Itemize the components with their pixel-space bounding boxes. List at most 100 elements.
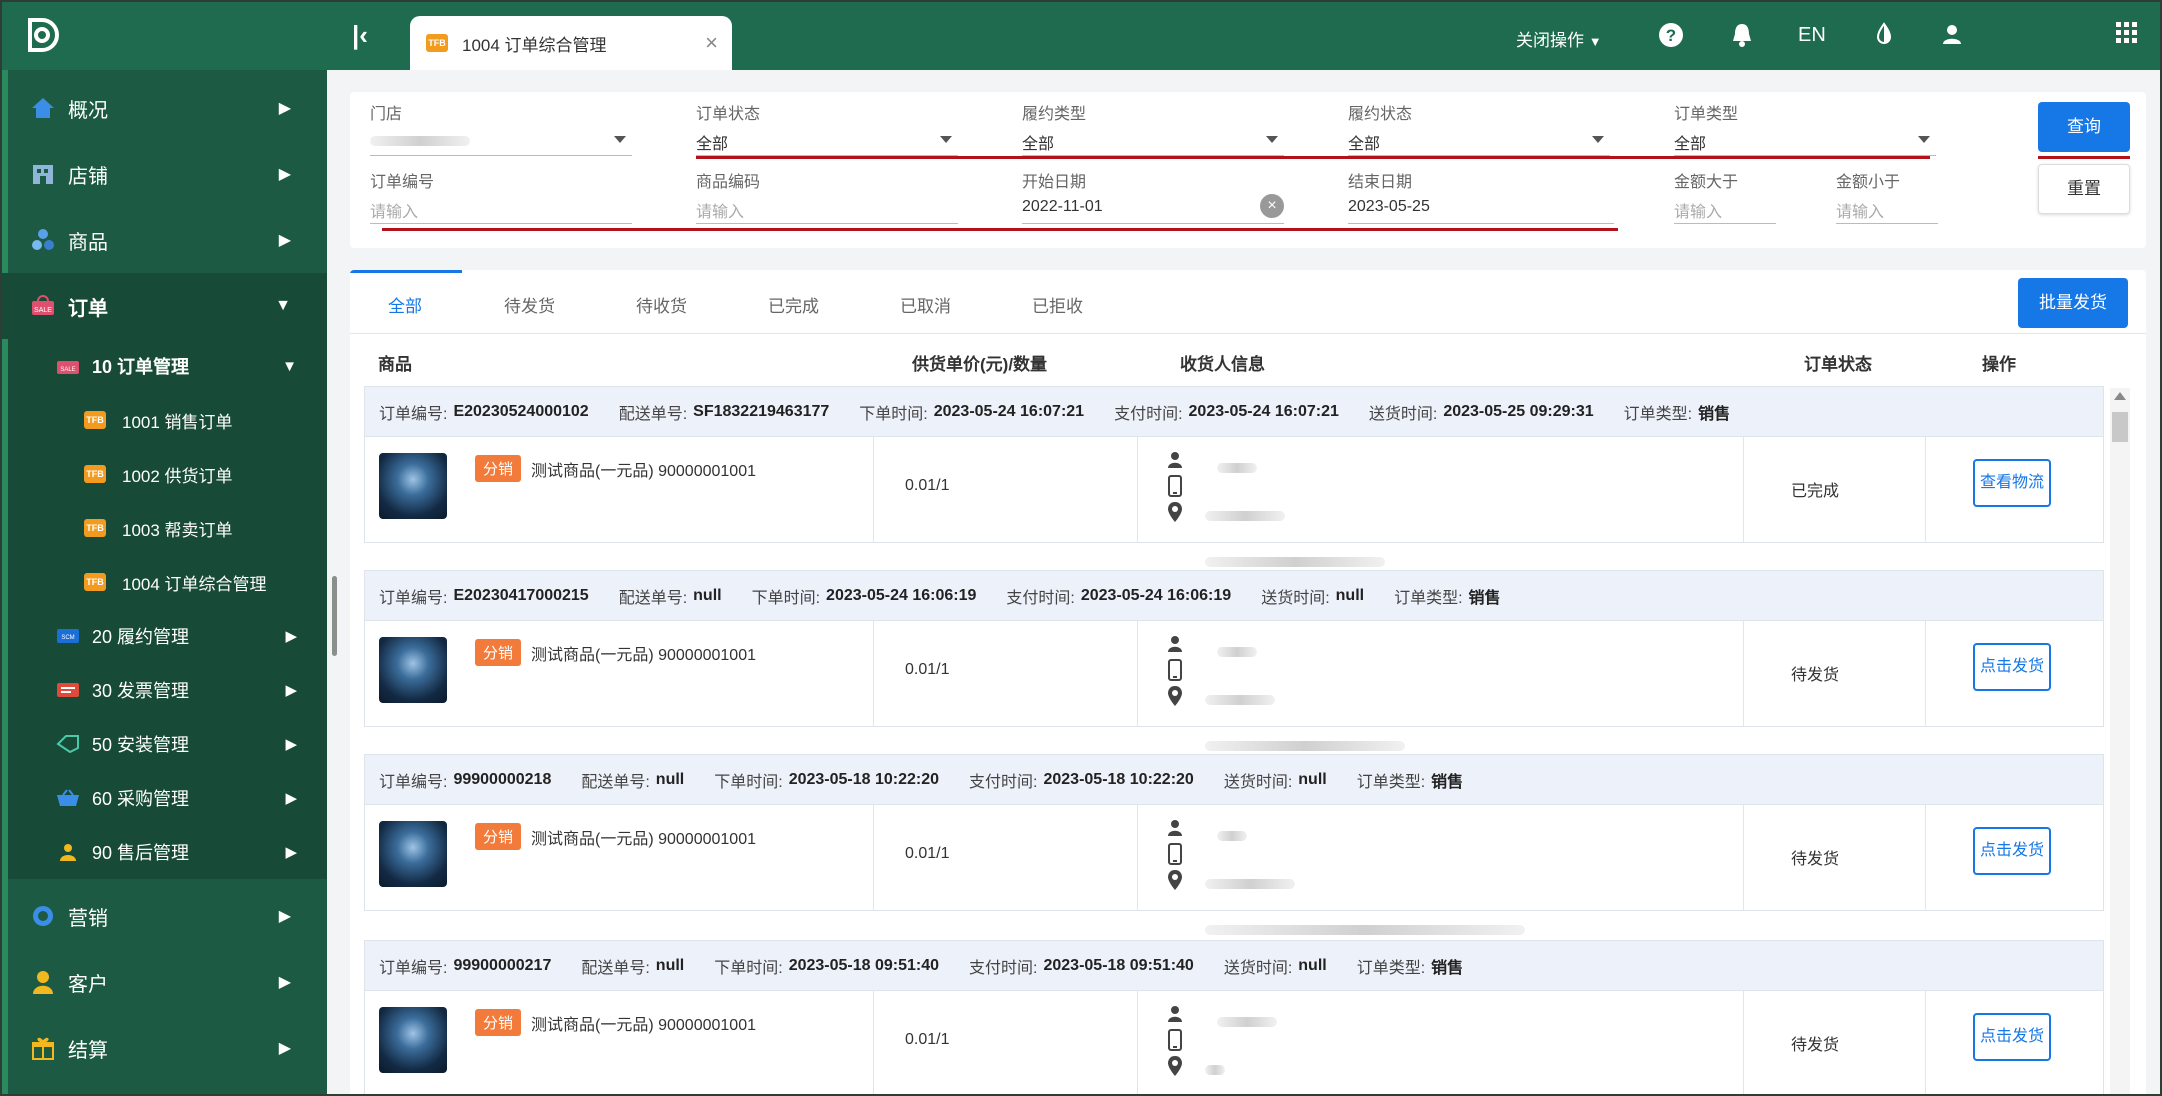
fulfill-type-label: 履约类型 (1022, 106, 1087, 123)
sidebar-subsub-label: 1003 帮卖订单 (122, 520, 233, 540)
help-icon[interactable]: ? (1658, 22, 1684, 48)
amount-lt-input[interactable]: 请输入 (1836, 196, 1938, 224)
status-tabs: 全部 待发货 待收货 已完成 已取消 已拒收 批量发货 (350, 270, 2146, 334)
tab-order-management[interactable]: TFB 1004 订单综合管理 × (410, 16, 732, 70)
receiver-blurred-text (1205, 511, 1285, 521)
start-date-field[interactable]: 开始日期 2022-11-01 × (1022, 168, 1284, 224)
sidebar-sub-invoice[interactable]: 30 发票管理 ▶ (8, 663, 327, 717)
start-date-input[interactable]: 2022-11-01 × (1022, 194, 1284, 224)
amount-lt-field[interactable]: 金额小于 请输入 (1836, 168, 1938, 224)
order-status-select[interactable]: 订单状态 全部 (696, 100, 958, 156)
order-no-value: 99900000217 (453, 956, 552, 974)
divider (1743, 437, 1744, 543)
pay-time-value: 2023-05-24 16:07:21 (1188, 402, 1339, 420)
product-thumbnail[interactable] (379, 637, 447, 703)
tab-pending-receive[interactable]: 待收货 (636, 292, 687, 317)
receiver-blurred-text (1205, 925, 1525, 935)
sidebar-subsub-1004[interactable]: TFB 1004 订单综合管理 (8, 555, 327, 609)
sidebar-sub-fulfillment[interactable]: SCM 20 履约管理 ▶ (8, 609, 327, 663)
tab-pending-ship[interactable]: 待发货 (504, 292, 555, 317)
sidebar-sub-purchase[interactable]: 60 采购管理 ▶ (8, 771, 327, 825)
order-type-value: 销售 (1698, 405, 1731, 423)
sidebar-item-goods[interactable]: 商品 ▶ (2, 207, 327, 273)
tab-rejected[interactable]: 已拒收 (1032, 292, 1083, 317)
sidebar-subsub-1002[interactable]: TFB 1002 供货订单 (8, 447, 327, 501)
divider (1743, 805, 1744, 911)
order-type-select[interactable]: 订单类型 全部 (1674, 100, 1936, 156)
sidebar-sub-install[interactable]: 50 安装管理 ▶ (8, 717, 327, 771)
pay-time-key: 支付时间: (1006, 589, 1075, 607)
fulfill-status-label: 履约状态 (1348, 106, 1413, 123)
order-header: 订单编号: 99900000218 配送单号: null 下单时间: 2023-05-… (365, 755, 2103, 805)
store-icon (33, 165, 53, 184)
sidebar-sub-aftersale[interactable]: 90 售后管理 ▶ (8, 825, 327, 879)
fulfill-type-select[interactable]: 履约类型 全部 (1022, 100, 1284, 156)
sidebar-item-overview[interactable]: 概况 ▶ (2, 75, 327, 141)
user-icon[interactable] (1940, 22, 1964, 46)
scroll-up-icon[interactable] (2114, 392, 2126, 400)
reset-button[interactable]: 重置 (2038, 164, 2130, 214)
distribution-badge: 分销 (475, 455, 522, 482)
language-switch[interactable]: EN (1798, 24, 1826, 47)
close-operations-dropdown[interactable]: 关闭操作 ▼ (1516, 26, 1602, 51)
list-scrollbar[interactable] (2110, 388, 2130, 1094)
fulfill-status-select[interactable]: 履约状态 全部 (1348, 100, 1610, 156)
fulfill-type-text: 全部 (1022, 136, 1055, 153)
order-action-button[interactable]: 点击发货 (1973, 643, 2051, 691)
sidebar-item-customer[interactable]: 客户 ▶ (2, 949, 327, 1015)
end-date-input[interactable]: 2023-05-25 (1348, 196, 1614, 224)
order-card: 订单编号: E20230524000102 配送单号: SF183221946317… (364, 386, 2104, 567)
pay-time-key: 支付时间: (969, 959, 1038, 977)
tab-completed[interactable]: 已完成 (768, 292, 819, 317)
bell-icon[interactable] (1730, 22, 1754, 48)
theme-contrast-icon[interactable] (1872, 22, 1896, 46)
sidebar-subsub-1003[interactable]: TFB 1003 帮卖订单 (8, 501, 327, 555)
goods-code-field[interactable]: 商品编码 请输入 (696, 168, 958, 224)
apps-grid-icon[interactable] (2116, 22, 2138, 44)
order-time-key: 下单时间: (859, 405, 928, 423)
pay-time-value: 2023-05-18 10:22:20 (1043, 770, 1194, 788)
order-no-input[interactable]: 请输入 (370, 196, 632, 224)
collapse-sidebar-icon[interactable]: |‹ (352, 20, 368, 51)
delivery-no-value: SF1832219463177 (693, 402, 830, 420)
pay-time-key: 支付时间: (1114, 405, 1183, 423)
divider (1925, 621, 1926, 727)
product-thumbnail[interactable] (379, 453, 447, 519)
order-action-button[interactable]: 点击发货 (1973, 1013, 2051, 1061)
scrollbar-thumb[interactable] (2112, 412, 2128, 442)
sidebar-sub-label: 50 安装管理 (92, 735, 190, 755)
clear-icon[interactable]: × (1260, 194, 1284, 218)
divider (1743, 621, 1744, 727)
product-thumbnail[interactable] (379, 821, 447, 887)
receiver-blurred-text (1217, 647, 1257, 657)
chevron-right-icon: ▶ (278, 1040, 291, 1057)
sidebar-item-store[interactable]: 店铺 ▶ (2, 141, 327, 207)
goods-code-input[interactable]: 请输入 (696, 196, 958, 224)
caret-down-icon (1918, 136, 1930, 143)
sidebar-subsub-1001[interactable]: TFB 1001 销售订单 (8, 393, 327, 447)
amount-gt-input[interactable]: 请输入 (1674, 196, 1776, 224)
tab-cancelled[interactable]: 已取消 (900, 292, 951, 317)
sidebar-item-orders[interactable]: SALE 订单 ▼ (2, 273, 327, 339)
store-select[interactable]: 门店 (370, 100, 632, 156)
query-button[interactable]: 查询 (2038, 102, 2130, 152)
order-no-field[interactable]: 订单编号 请输入 (370, 168, 632, 224)
fulfill-status-text: 全部 (1348, 136, 1381, 153)
sidebar-scrollbar[interactable] (332, 576, 337, 656)
batch-ship-button[interactable]: 批量发货 (2018, 278, 2128, 328)
order-action-button[interactable]: 点击发货 (1973, 827, 2051, 875)
product-thumbnail[interactable] (379, 1007, 447, 1073)
sidebar-item-marketing[interactable]: 营销 ▶ (2, 883, 327, 949)
sidebar-item-settlement[interactable]: 结算 ▶ (2, 1015, 327, 1081)
divider (1925, 437, 1926, 543)
order-no-key: 订单编号: (379, 589, 448, 607)
sidebar-sub-order-management[interactable]: SALE 10 订单管理 ▼ (8, 339, 327, 393)
order-action-button[interactable]: 查看物流 (1973, 459, 2051, 507)
close-icon[interactable]: × (705, 30, 718, 56)
orders-panel: 全部 待发货 待收货 已完成 已取消 已拒收 批量发货 商品 供货单价(元)/数… (350, 270, 2146, 1094)
amount-gt-field[interactable]: 金额大于 请输入 (1674, 168, 1776, 224)
order-no-key: 订单编号: (379, 959, 448, 977)
distribution-badge: 分销 (475, 1009, 522, 1036)
tab-all[interactable]: 全部 (388, 292, 422, 317)
end-date-field[interactable]: 结束日期 2023-05-25 (1348, 168, 1614, 224)
